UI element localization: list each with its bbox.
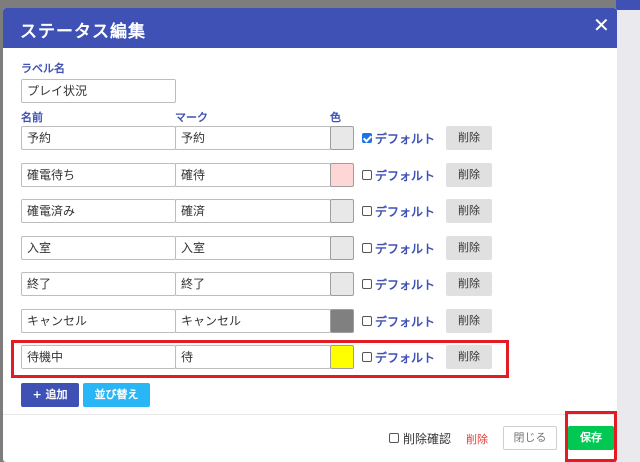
column-name-heading: 名前 (21, 111, 43, 124)
confirm-delete-checkbox[interactable] (389, 433, 399, 443)
close-icon[interactable]: ✕ (593, 14, 610, 36)
row-mark-input[interactable]: キャンセル (175, 309, 331, 333)
sort-button[interactable]: 並び替え (83, 383, 150, 407)
close-button[interactable]: 閉じる (503, 426, 557, 450)
row-color-swatch[interactable] (330, 126, 354, 150)
background-panel (616, 0, 640, 462)
row-default-checkbox[interactable] (362, 133, 372, 143)
row-default-checkbox[interactable] (362, 279, 372, 289)
add-button[interactable]: + 追加 (21, 383, 79, 407)
row-delete-button[interactable]: 削除 (446, 163, 492, 187)
row-name-input[interactable]: 入室 (21, 236, 176, 260)
row-default-label: デフォルト (375, 205, 436, 219)
row-color-swatch[interactable] (330, 163, 354, 187)
column-mark-heading: マーク (175, 111, 208, 124)
row-default-label: デフォルト (375, 132, 436, 146)
row-delete-button[interactable]: 削除 (446, 236, 492, 260)
row-default-checkbox[interactable] (362, 170, 372, 180)
row-delete-button[interactable]: 削除 (446, 199, 492, 223)
row-name-input[interactable]: 確電待ち (21, 163, 176, 187)
row-delete-button[interactable]: 削除 (446, 126, 492, 150)
row-color-swatch[interactable] (330, 199, 354, 223)
background-header-strip (616, 0, 640, 10)
row-name-input[interactable]: キャンセル (21, 309, 176, 333)
footer-delete-link[interactable]: 削除 (466, 431, 488, 447)
row-delete-button[interactable]: 削除 (446, 272, 492, 296)
status-edit-modal: ステータス編集 ✕ ラベル名 プレイ状況 名前 マーク 色 予約 予約 デフォル… (3, 8, 617, 462)
footer-divider (3, 414, 617, 415)
row-default-label: デフォルト (375, 242, 436, 256)
row-color-swatch[interactable] (330, 272, 354, 296)
row-name-input[interactable]: 予約 (21, 126, 176, 150)
highlight-box-row (11, 340, 509, 378)
row-name-input[interactable]: 確電済み (21, 199, 176, 223)
column-color-heading: 色 (330, 111, 341, 124)
confirm-delete-label: 削除確認 (403, 432, 452, 446)
row-default-checkbox[interactable] (362, 206, 372, 216)
row-color-swatch[interactable] (330, 236, 354, 260)
modal-title: ステータス編集 (20, 22, 146, 42)
row-default-label: デフォルト (375, 315, 436, 329)
row-delete-button[interactable]: 削除 (446, 309, 492, 333)
row-mark-input[interactable]: 確待 (175, 163, 331, 187)
row-mark-input[interactable]: 確済 (175, 199, 331, 223)
row-mark-input[interactable]: 終了 (175, 272, 331, 296)
row-mark-input[interactable]: 予約 (175, 126, 331, 150)
row-default-label: デフォルト (375, 278, 436, 292)
row-default-checkbox[interactable] (362, 316, 372, 326)
label-name-heading: ラベル名 (21, 62, 65, 75)
row-default-checkbox[interactable] (362, 243, 372, 253)
highlight-box-save (565, 411, 617, 462)
row-color-swatch[interactable] (330, 309, 354, 333)
row-default-label: デフォルト (375, 169, 436, 183)
row-mark-input[interactable]: 入室 (175, 236, 331, 260)
label-name-input[interactable]: プレイ状況 (21, 79, 176, 103)
row-name-input[interactable]: 終了 (21, 272, 176, 296)
modal-header: ステータス編集 ✕ (3, 8, 617, 48)
